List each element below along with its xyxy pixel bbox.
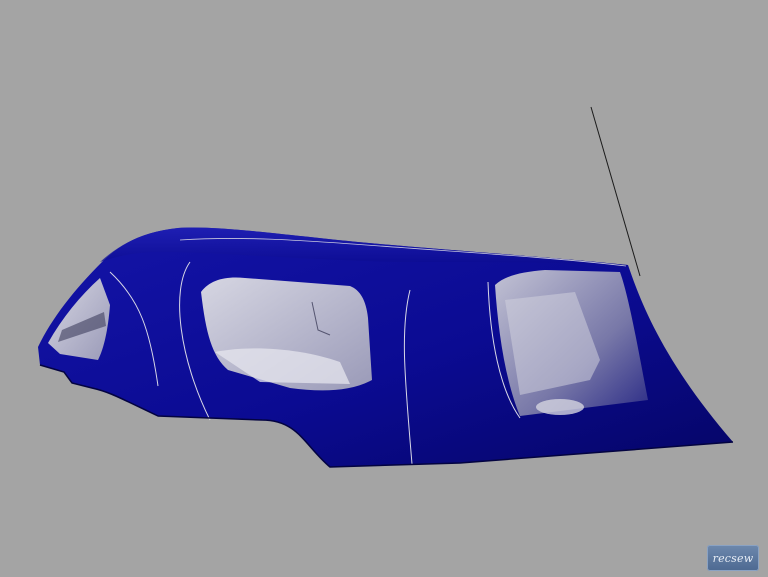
render-viewport: recsew	[0, 0, 768, 577]
recsew-logo: recsew	[707, 545, 759, 571]
rear-window-seat	[536, 399, 584, 415]
recsew-logo-text: recsew	[712, 551, 754, 565]
antenna-line	[590, 106, 641, 277]
canopy-scene	[38, 106, 734, 468]
